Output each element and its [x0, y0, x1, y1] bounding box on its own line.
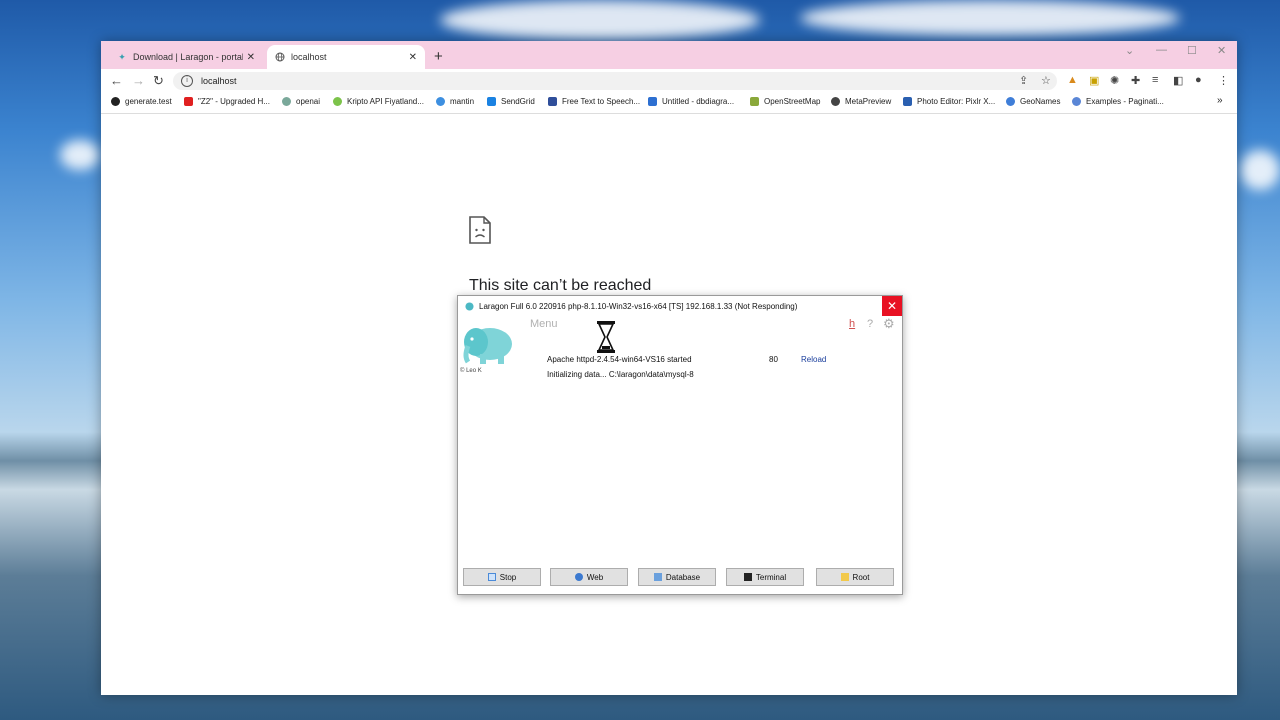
- tab-search-chevron-icon[interactable]: ⌄: [1125, 44, 1134, 57]
- terminal-button[interactable]: Terminal: [726, 568, 804, 586]
- bookmark-item[interactable]: generate.test: [111, 97, 172, 106]
- desktop-cloud: [800, 0, 1180, 36]
- side-panel-icon[interactable]: ◧: [1173, 74, 1183, 87]
- bookmark-item[interactable]: Untitled - dbdiagra...: [648, 97, 734, 106]
- laragon-favicon-icon: ✦: [118, 52, 126, 62]
- bookmark-item[interactable]: "Z2" - Upgraded H...: [184, 97, 270, 106]
- logo-credit: © Leo K: [460, 368, 482, 374]
- bookmark-favicon-icon: [1072, 97, 1081, 106]
- database-icon: [653, 573, 662, 581]
- h-icon[interactable]: h: [849, 318, 855, 330]
- laragon-close-button[interactable]: ✕: [882, 296, 902, 316]
- globe-icon: [275, 52, 285, 62]
- globe-icon: [574, 573, 583, 581]
- media-list-icon[interactable]: ≡: [1152, 74, 1158, 86]
- help-icon[interactable]: ?: [867, 318, 873, 330]
- pixlr-icon: [903, 97, 912, 106]
- stop-button[interactable]: Stop: [463, 568, 541, 586]
- desktop-cloud: [440, 0, 760, 40]
- bookmark-item[interactable]: Kripto API Fiyatland...: [333, 97, 424, 106]
- bookmark-favicon-icon: [436, 97, 445, 106]
- bookmark-item[interactable]: Free Text to Speech...: [548, 97, 640, 106]
- geonames-icon: [1006, 97, 1015, 106]
- bookmark-item[interactable]: mantin: [436, 97, 474, 106]
- address-bar[interactable]: i localhost: [173, 72, 1057, 90]
- browser-toolbar: ← → ↻ i localhost ⇪ ☆ ▲ ▣ ✺ ✚ ≡ ◧ ● ⋮: [101, 69, 1237, 93]
- bookmark-item[interactable]: MetaPreview: [831, 97, 891, 106]
- desktop-cloud: [60, 140, 100, 170]
- openstreetmap-icon: [750, 97, 759, 106]
- error-title: This site can’t be reached: [469, 277, 652, 294]
- extension-2-icon[interactable]: ▣: [1089, 74, 1099, 87]
- terminal-icon: [743, 573, 752, 581]
- bookmark-item[interactable]: GeoNames: [1006, 97, 1060, 106]
- apache-status: Apache httpd-2.4.54-win64-VS16 started: [547, 355, 692, 364]
- more-menu-icon[interactable]: ⋮: [1218, 74, 1229, 87]
- bookmark-item[interactable]: Photo Editor: Pixlr X...: [903, 97, 995, 106]
- youtube-icon: [184, 97, 193, 106]
- stop-icon: [487, 573, 496, 581]
- database-button[interactable]: Database: [638, 568, 716, 586]
- bookmark-item[interactable]: OpenStreetMap: [750, 97, 820, 106]
- bookmark-item[interactable]: openai: [282, 97, 320, 106]
- bookmark-favicon-icon: [548, 97, 557, 106]
- bookmarks-bar: generate.test "Z2" - Upgraded H... opena…: [101, 93, 1237, 114]
- tab-title: Download | Laragon - portable, i: [133, 52, 243, 62]
- close-window-button[interactable]: ✕: [1217, 44, 1226, 57]
- puzzle-icon[interactable]: ✚: [1131, 74, 1140, 87]
- share-icon[interactable]: ⇪: [1019, 74, 1028, 87]
- back-arrow-icon[interactable]: ←: [110, 73, 123, 88]
- web-button[interactable]: Web: [550, 568, 628, 586]
- star-icon[interactable]: ☆: [1041, 74, 1051, 87]
- root-button[interactable]: Root: [816, 568, 894, 586]
- bookmark-item[interactable]: Examples - Paginati...: [1072, 97, 1164, 106]
- sendgrid-icon: [487, 97, 496, 106]
- minimize-button[interactable]: —: [1156, 44, 1167, 56]
- tab-laragon-download[interactable]: ✦ Download | Laragon - portable, i ✕: [109, 45, 263, 69]
- laragon-window: Laragon Full 6.0 220916 php-8.1.10-Win32…: [457, 295, 903, 595]
- openai-icon: [282, 97, 291, 106]
- close-tab-icon[interactable]: ✕: [247, 52, 255, 63]
- laragon-title-bar[interactable]: Laragon Full 6.0 220916 php-8.1.10-Win32…: [458, 296, 902, 316]
- bookmark-favicon-icon: [111, 97, 120, 106]
- new-tab-button[interactable]: +: [434, 48, 443, 65]
- profile-avatar-icon[interactable]: ●: [1195, 74, 1202, 86]
- forward-arrow-icon[interactable]: →: [132, 73, 145, 88]
- close-tab-icon[interactable]: ✕: [409, 52, 417, 63]
- address-text: localhost: [201, 76, 237, 86]
- extension-1-icon[interactable]: ▲: [1067, 74, 1078, 86]
- hourglass-busy-icon: [597, 321, 615, 353]
- dbdiagram-icon: [648, 97, 657, 106]
- more-bookmarks-button[interactable]: »: [1217, 95, 1223, 106]
- tab-localhost[interactable]: localhost ✕: [267, 45, 425, 69]
- maximize-button[interactable]: ☐: [1187, 44, 1197, 57]
- tab-title: localhost: [291, 52, 327, 62]
- reload-icon[interactable]: ↻: [153, 73, 164, 89]
- apache-port: 80: [769, 355, 778, 364]
- laragon-elephant-logo: [463, 328, 512, 364]
- desktop-cloud: [1240, 150, 1280, 190]
- sad-page-icon: [469, 216, 491, 244]
- info-icon[interactable]: i: [181, 75, 193, 87]
- settings-gear-icon[interactable]: ⚙: [883, 316, 895, 332]
- reload-link[interactable]: Reload: [801, 355, 826, 364]
- folder-icon: [840, 573, 849, 581]
- laragon-menu[interactable]: Menu: [530, 318, 558, 330]
- magnifier-icon: [831, 97, 840, 106]
- laragon-title: Laragon Full 6.0 220916 php-8.1.10-Win32…: [479, 301, 798, 311]
- mysql-status: Initializing data... C:\laragon\data\mys…: [547, 370, 694, 379]
- extension-3-icon[interactable]: ✺: [1110, 74, 1119, 87]
- bookmark-item[interactable]: SendGrid: [487, 97, 535, 106]
- android-icon: [333, 97, 342, 106]
- tab-bar: ✦ Download | Laragon - portable, i ✕ loc…: [101, 41, 1237, 69]
- laragon-app-icon: [465, 301, 474, 311]
